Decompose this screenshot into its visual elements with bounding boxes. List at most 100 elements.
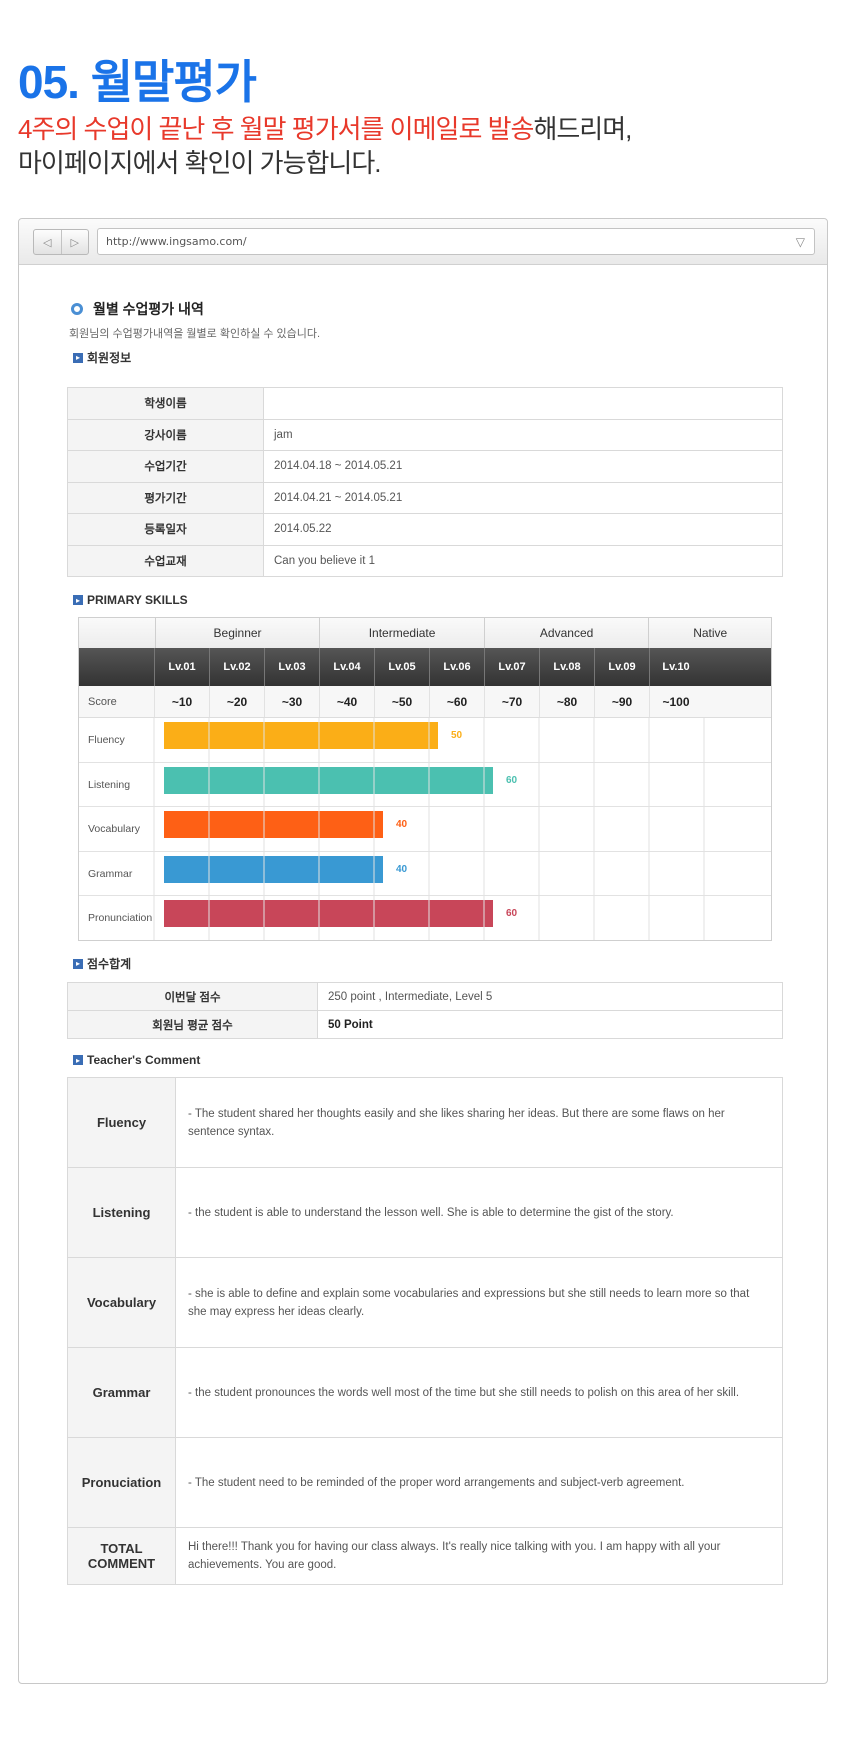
member-info-label: 평가기간 bbox=[67, 481, 264, 514]
comment-text: - The student need to be reminded of the… bbox=[175, 1437, 783, 1528]
score-label: Score bbox=[88, 695, 117, 708]
skill-bar-value: 40 bbox=[396, 819, 408, 830]
square-arrow-icon: ▸ bbox=[73, 595, 83, 605]
member-info-row: 강사이름 jam bbox=[67, 418, 783, 451]
score-tick-label: ~100 bbox=[649, 686, 702, 717]
score-tick-label: ~70 bbox=[484, 686, 539, 717]
level-row: Lv.01 Lv.02 Lv.03 Lv.04 Lv.05 Lv.06 Lv.07 Lv.08… bbox=[78, 648, 772, 686]
subtitle-text-2: 마이페이지에서 확인이 가능합니다. bbox=[18, 148, 381, 178]
square-arrow-icon: ▸ bbox=[73, 1055, 83, 1065]
skill-bar bbox=[164, 811, 383, 838]
skill-row: Fluency 50 bbox=[78, 718, 772, 763]
totals-value: 250 point , Intermediate, Level 5 bbox=[317, 982, 783, 1011]
score-tick-label: ~90 bbox=[594, 686, 649, 717]
skill-bar-value: 60 bbox=[506, 908, 518, 919]
score-tick-label: ~80 bbox=[539, 686, 594, 717]
score-row: Score ~10 ~20 ~30 ~40 ~50 ~60 ~70 ~80 ~90 ~100 bbox=[78, 686, 772, 718]
address-bar[interactable]: http://www.ingsamo.com/ ▽ bbox=[97, 228, 815, 255]
skill-name: Grammar bbox=[88, 867, 133, 880]
score-tick-label: ~10 bbox=[154, 686, 209, 717]
totals-label: 회원님 평균 점수 bbox=[67, 1010, 318, 1039]
comment-label: Listening bbox=[67, 1167, 176, 1258]
level-label: Lv.10 bbox=[649, 648, 702, 686]
totals-row: 이번달 점수 250 point , Intermediate, Level 5 bbox=[67, 982, 783, 1011]
member-info-value bbox=[263, 387, 783, 420]
level-group-label: Beginner bbox=[154, 618, 320, 648]
level-group-label: Advanced bbox=[483, 618, 649, 648]
comment-row: Vocabulary - she is able to define and ex… bbox=[67, 1257, 783, 1348]
section-description: 회원님의 수업평가내역을 월별로 확인하실 수 있습니다. bbox=[69, 328, 321, 340]
browser-toolbar: ◁ ▷ http://www.ingsamo.com/ ▽ bbox=[19, 219, 827, 265]
member-info-label: 학생이름 bbox=[67, 387, 264, 420]
member-info-row: 학생이름 bbox=[67, 387, 783, 420]
member-info-row: 수업교재 Can you believe it 1 bbox=[67, 544, 783, 577]
comment-heading: ▸ Teacher's Comment bbox=[73, 1053, 783, 1067]
member-info-value: jam bbox=[263, 418, 783, 451]
skill-name: Listening bbox=[88, 778, 131, 791]
level-label: Lv.09 bbox=[594, 648, 649, 686]
level-group-header: Beginner Intermediate Advanced Native bbox=[78, 617, 772, 648]
totals-label: 이번달 점수 bbox=[67, 982, 318, 1011]
skill-bar-value: 50 bbox=[451, 730, 463, 741]
level-label: Lv.01 bbox=[154, 648, 209, 686]
score-tick-label: ~50 bbox=[374, 686, 429, 717]
member-info-row: 등록일자 2014.05.22 bbox=[67, 513, 783, 546]
comment-label: Vocabulary bbox=[67, 1257, 176, 1348]
ring-bullet-icon bbox=[71, 303, 83, 315]
section-title: 월별 수업평가 내역 bbox=[93, 301, 204, 317]
comment-table: Fluency - The student shared her thoughts… bbox=[67, 1077, 783, 1585]
member-info-label: 강사이름 bbox=[67, 418, 264, 451]
primary-skills-heading-label: PRIMARY SKILLS bbox=[87, 593, 188, 607]
level-group-label: Intermediate bbox=[319, 618, 484, 648]
member-info-table: 학생이름 강사이름 jam 수업기간 2014.04.18 ~ 2014.05.21 평가… bbox=[67, 387, 783, 577]
score-tick-label: ~20 bbox=[209, 686, 264, 717]
comment-row: Pronuciation - The student need to be rem… bbox=[67, 1437, 783, 1528]
back-icon[interactable]: ◁ bbox=[34, 230, 62, 254]
nav-buttons: ◁ ▷ bbox=[33, 229, 89, 255]
level-label: Lv.03 bbox=[264, 648, 319, 686]
page-subtitle: 4주의 수업이 끝난 후 월말 평가서를 이메일로 발송해드리며, 마이페이지에… bbox=[18, 112, 632, 180]
skill-name: Pronunciation bbox=[88, 912, 153, 925]
comment-heading-label: Teacher's Comment bbox=[87, 1053, 201, 1067]
member-info-heading-label: 회원정보 bbox=[87, 351, 132, 365]
forward-icon[interactable]: ▷ bbox=[62, 230, 89, 254]
chevron-down-icon[interactable]: ▽ bbox=[796, 235, 805, 249]
comment-label: TOTAL COMMENT bbox=[67, 1527, 176, 1585]
member-info-value: Can you believe it 1 bbox=[263, 544, 783, 577]
comment-label: Grammar bbox=[67, 1347, 176, 1438]
skill-row: Pronunciation 60 bbox=[78, 896, 772, 941]
totals-table: 이번달 점수 250 point , Intermediate, Level 5회… bbox=[67, 982, 783, 1039]
totals-row: 회원님 평균 점수 50 Point bbox=[67, 1010, 783, 1039]
comment-row: TOTAL COMMENT Hi there!!! Thank you for h… bbox=[67, 1527, 783, 1585]
comment-label: Pronuciation bbox=[67, 1437, 176, 1528]
skill-bar-value: 40 bbox=[396, 863, 408, 875]
member-info-label: 수업교재 bbox=[67, 544, 264, 577]
member-info-row: 평가기간 2014.04.21 ~ 2014.05.21 bbox=[67, 481, 783, 514]
skill-row: Listening 60 bbox=[78, 763, 772, 807]
comment-row: Grammar - the student pronounces the word… bbox=[67, 1347, 783, 1438]
primary-skills-heading: ▸ PRIMARY SKILLS bbox=[73, 593, 783, 607]
page-title: 05. 월말평가 bbox=[18, 56, 257, 108]
totals-heading: ▸ 점수합계 bbox=[73, 955, 783, 972]
member-info-row: 수업기간 2014.04.18 ~ 2014.05.21 bbox=[67, 450, 783, 483]
level-label: Lv.02 bbox=[209, 648, 264, 686]
comment-text: - the student is able to understand the … bbox=[175, 1167, 783, 1258]
skill-bar-value: 60 bbox=[506, 774, 518, 786]
level-label: Lv.04 bbox=[319, 648, 374, 686]
comment-row: Listening - the student is able to unders… bbox=[67, 1167, 783, 1258]
level-label: Lv.07 bbox=[484, 648, 539, 686]
square-arrow-icon: ▸ bbox=[73, 958, 83, 969]
comment-text: - the student pronounces the words well … bbox=[175, 1347, 783, 1438]
skills-chart: Beginner Intermediate Advanced Native Lv.01… bbox=[78, 617, 772, 941]
url-text: http://www.ingsamo.com/ bbox=[106, 235, 247, 248]
section-heading: 월별 수업평가 내역 bbox=[67, 299, 783, 319]
skill-name: Vocabulary bbox=[88, 823, 140, 836]
comment-text: Hi there!!! Thank you for having our cla… bbox=[175, 1527, 783, 1585]
browser-window: ◁ ▷ http://www.ingsamo.com/ ▽ 월별 수업평가 내역… bbox=[18, 218, 828, 1684]
skill-row: Grammar 40 bbox=[78, 852, 772, 896]
level-label: Lv.05 bbox=[374, 648, 429, 686]
skill-bar bbox=[164, 722, 438, 749]
subtitle-highlight: 4주의 수업이 끝난 후 월말 평가서를 이메일로 발송 bbox=[18, 114, 534, 144]
score-tick-label: ~30 bbox=[264, 686, 319, 717]
square-arrow-icon: ▸ bbox=[73, 352, 83, 363]
